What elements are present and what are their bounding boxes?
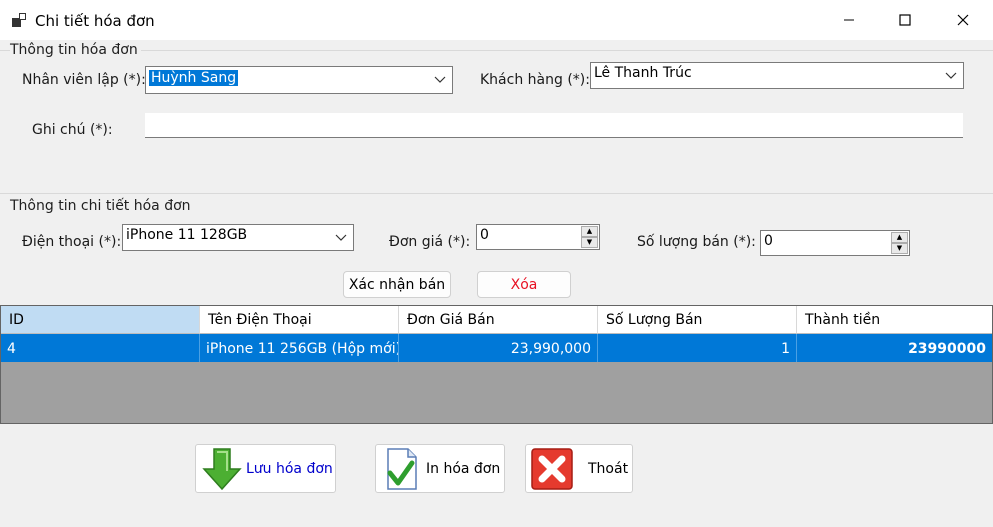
employee-label: Nhân viên lập (*):	[22, 72, 146, 88]
cell-phone-name[interactable]: iPhone 11 256GB (Hộp mới)	[200, 334, 399, 362]
save-invoice-label: Lưu hóa đơn	[246, 460, 333, 477]
price-label: Đơn giá (*):	[389, 234, 471, 250]
quantity-stepper[interactable]: 0 ▲ ▼	[760, 230, 910, 256]
price-stepper[interactable]: 0 ▲ ▼	[476, 224, 600, 250]
invoice-detail-grid[interactable]: ID Tên Điện Thoại Đơn Giá Bán Số Lượng B…	[0, 305, 993, 424]
price-up-arrow-icon[interactable]: ▲	[581, 226, 598, 237]
quantity-label: Số lượng bán (*):	[637, 234, 756, 250]
note-input[interactable]	[145, 113, 963, 138]
column-header-quantity[interactable]: Số Lượng Bán	[598, 306, 797, 334]
invoice-group-border	[0, 50, 993, 51]
close-icon	[957, 14, 969, 26]
document-check-icon	[387, 447, 417, 490]
exit-button[interactable]: Thoát	[525, 444, 633, 493]
invoice-group-label: Thông tin hóa đơn	[10, 42, 141, 58]
cell-id[interactable]: 4	[1, 334, 200, 362]
quantity-value: 0	[764, 233, 773, 249]
phone-value: iPhone 11 128GB	[126, 227, 248, 243]
column-header-total[interactable]: Thành tiền	[797, 306, 992, 334]
quantity-up-arrow-icon[interactable]: ▲	[891, 232, 908, 243]
cell-unit-price[interactable]: 23,990,000	[399, 334, 598, 362]
save-invoice-button[interactable]: Lưu hóa đơn	[195, 444, 336, 493]
minimize-button[interactable]	[820, 0, 878, 40]
detail-group-separator	[0, 193, 993, 194]
column-header-phone-name[interactable]: Tên Điện Thoại	[200, 306, 399, 334]
price-down-arrow-icon[interactable]: ▼	[581, 237, 598, 248]
window-title: Chi tiết hóa đơn	[35, 12, 155, 30]
minimize-icon	[844, 19, 854, 21]
exit-label: Thoát	[588, 460, 629, 477]
quantity-down-arrow-icon[interactable]: ▼	[891, 243, 908, 254]
detail-group-label: Thông tin chi tiết hóa đơn	[10, 198, 194, 214]
chevron-down-icon	[434, 76, 446, 83]
delete-button[interactable]: Xóa	[477, 271, 571, 298]
price-value: 0	[480, 227, 489, 243]
customer-label: Khách hàng (*):	[480, 72, 590, 88]
close-button[interactable]	[934, 0, 992, 40]
employee-value: Huỳnh Sang	[149, 70, 239, 86]
note-label: Ghi chú (*):	[32, 122, 113, 138]
customer-value: Lê Thanh Trúc	[594, 65, 692, 81]
confirm-sale-button[interactable]: Xác nhận bán	[343, 271, 451, 298]
cell-total[interactable]: 23990000	[797, 334, 992, 362]
download-arrow-icon	[202, 447, 242, 490]
maximize-icon	[899, 14, 911, 26]
column-header-unit-price[interactable]: Đơn Giá Bán	[399, 306, 598, 334]
maximize-button[interactable]	[876, 0, 934, 40]
customer-combobox[interactable]: Lê Thanh Trúc	[590, 62, 964, 89]
print-invoice-button[interactable]: In hóa đơn	[375, 444, 505, 493]
phone-label: Điện thoại (*):	[22, 234, 122, 250]
phone-combobox[interactable]: iPhone 11 128GB	[122, 224, 354, 251]
employee-combobox[interactable]: Huỳnh Sang	[145, 66, 453, 94]
app-icon	[12, 13, 26, 27]
table-row[interactable]: 4 iPhone 11 256GB (Hộp mới) 23,990,000 1…	[1, 334, 992, 362]
chevron-down-icon	[335, 234, 347, 241]
grid-header: ID Tên Điện Thoại Đơn Giá Bán Số Lượng B…	[1, 306, 992, 334]
column-header-id[interactable]: ID	[1, 306, 200, 334]
chevron-down-icon	[945, 72, 957, 79]
cell-quantity[interactable]: 1	[598, 334, 797, 362]
print-invoice-label: In hóa đơn	[426, 460, 501, 477]
red-x-icon	[531, 447, 573, 490]
